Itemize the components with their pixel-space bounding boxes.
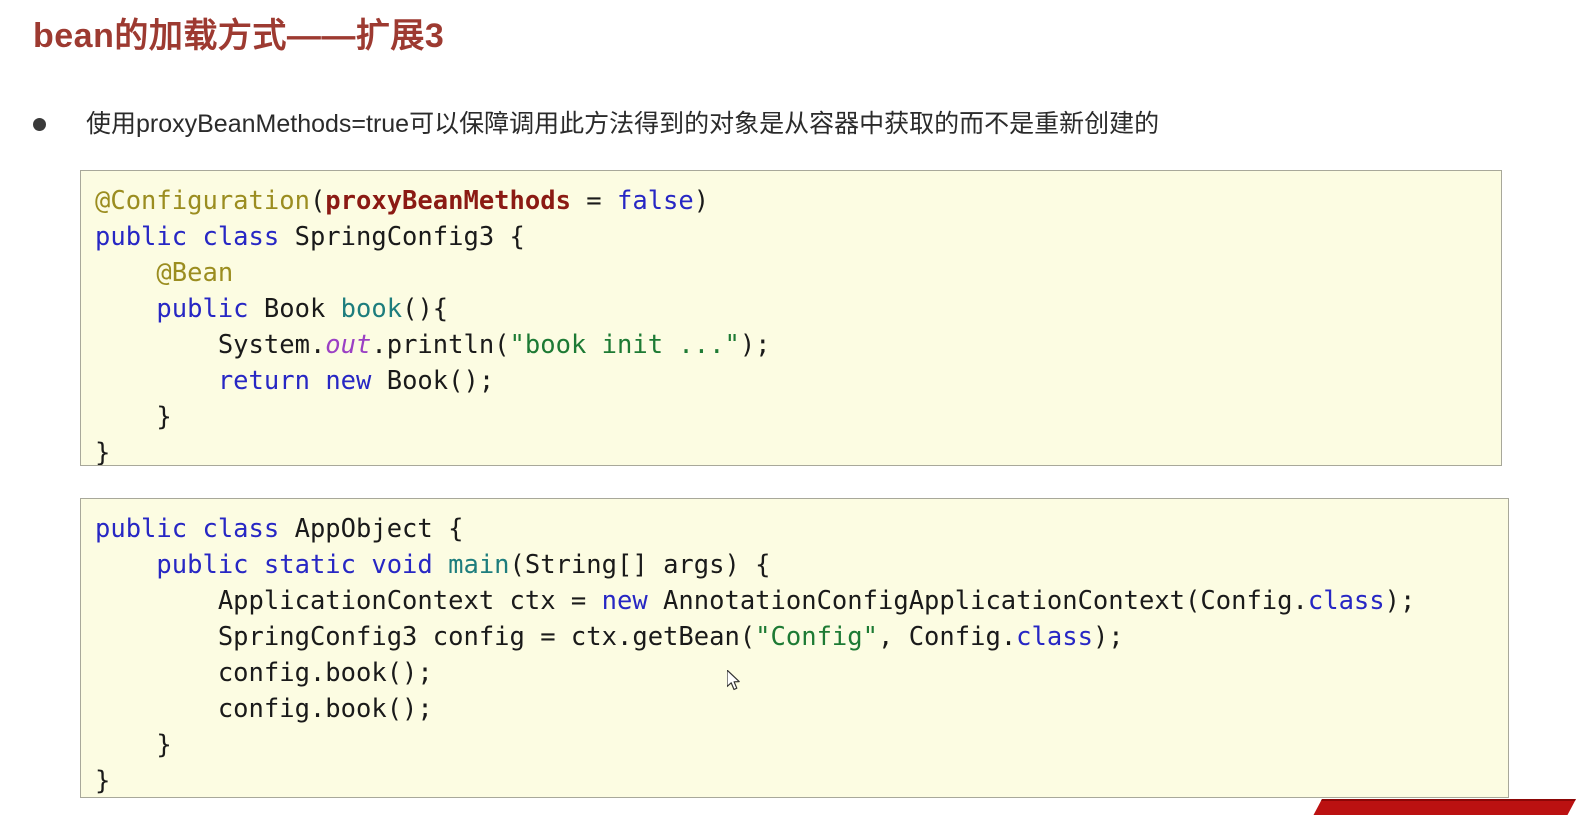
params-token: (String[] args) {: [509, 550, 771, 580]
indent-token: [95, 366, 218, 396]
punct-token: (){: [402, 294, 449, 324]
code-line: }: [95, 435, 1501, 466]
code-line: SpringConfig3 config = ctx.getBean("Conf…: [95, 619, 1508, 655]
punct-token: }: [95, 730, 172, 760]
identifier-token: ApplicationContext ctx =: [217, 586, 602, 616]
identifier-token: Book();: [371, 366, 495, 396]
attribute-token: proxyBeanMethods: [325, 186, 571, 216]
punct-token: (: [309, 186, 326, 216]
identifier-token: AppObject {: [279, 514, 464, 544]
identifier-token: System.: [217, 330, 326, 360]
code-line: }: [95, 727, 1508, 763]
identifier-token: , Config.: [878, 622, 1017, 652]
punct-token: }: [95, 766, 111, 796]
method-token: book: [340, 294, 403, 324]
page-title: bean的加载方式——扩展3: [33, 17, 445, 55]
keyword-token: new: [601, 586, 648, 616]
indent-token: [95, 622, 218, 652]
punct-token: );: [1384, 586, 1416, 616]
code-line: public class SpringConfig3 {: [95, 219, 1501, 255]
code-line: ApplicationContext ctx = new AnnotationC…: [95, 583, 1508, 619]
statement-token: config.book();: [95, 658, 433, 688]
code-line: public Book book(){: [95, 291, 1501, 327]
identifier-token: .println(: [371, 330, 510, 360]
code-line: public static void main(String[] args) {: [95, 547, 1508, 583]
annotation-token: @Configuration: [95, 186, 310, 216]
punct-token: }: [95, 402, 172, 432]
code-line: }: [95, 399, 1501, 435]
code-line: @Bean: [95, 255, 1501, 291]
bullet-dot-icon: [33, 117, 46, 131]
keyword-token: public static void: [156, 550, 433, 580]
identifier-token: AnnotationConfigApplicationContext(Confi…: [647, 586, 1308, 616]
code-line: @Configuration(proxyBeanMethods = false): [95, 183, 1501, 219]
string-token: "book init ...": [509, 330, 740, 360]
code-line: System.out.println("book init ...");: [95, 327, 1501, 363]
string-token: "Config": [755, 622, 878, 652]
identifier-token: SpringConfig3 config = ctx.getBean(: [217, 622, 756, 652]
code-line: }: [95, 763, 1508, 797]
keyword-token: public class: [95, 222, 280, 252]
keyword-token: public class: [95, 514, 280, 544]
type-token: Book: [248, 294, 341, 324]
keyword-token: public: [156, 294, 249, 324]
indent-token: [95, 294, 156, 324]
slide-canvas: bean的加载方式——扩展3 使用proxyBeanMethods=true可以…: [0, 0, 1576, 815]
annotation-token: @Bean: [156, 258, 234, 288]
punct-token: }: [95, 438, 111, 466]
punct-token: ): [693, 186, 710, 216]
keyword-token: class: [1307, 586, 1385, 616]
punct-token: );: [1092, 622, 1124, 652]
bullet-item: 使用proxyBeanMethods=true可以保障调用此方法得到的对象是从容…: [33, 108, 1159, 141]
keyword-token: return: [217, 366, 310, 396]
bullet-text: 使用proxyBeanMethods=true可以保障调用此方法得到的对象是从容…: [86, 110, 1160, 138]
indent-token: [95, 550, 156, 580]
identifier-token: SpringConfig3 {: [279, 222, 525, 252]
punct-token: );: [739, 330, 771, 360]
code-line: return new Book();: [95, 363, 1501, 399]
code-line: config.book();: [95, 655, 1508, 691]
indent-token: [95, 330, 218, 360]
method-token: main: [448, 550, 510, 580]
code-line: config.book();: [95, 691, 1508, 727]
indent-token: [95, 586, 218, 616]
keyword-token: new: [325, 366, 372, 396]
statement-token: config.book();: [95, 694, 433, 724]
keyword-token: class: [1016, 622, 1093, 652]
operator-token: =: [570, 186, 617, 216]
code-block-appobject: public class AppObject { public static v…: [80, 498, 1509, 798]
indent-token: [95, 258, 156, 288]
code-line: public class AppObject {: [95, 511, 1508, 547]
keyword-token: false: [617, 186, 694, 216]
field-token: out: [325, 330, 372, 360]
code-block-springconfig3: @Configuration(proxyBeanMethods = false)…: [80, 170, 1502, 466]
